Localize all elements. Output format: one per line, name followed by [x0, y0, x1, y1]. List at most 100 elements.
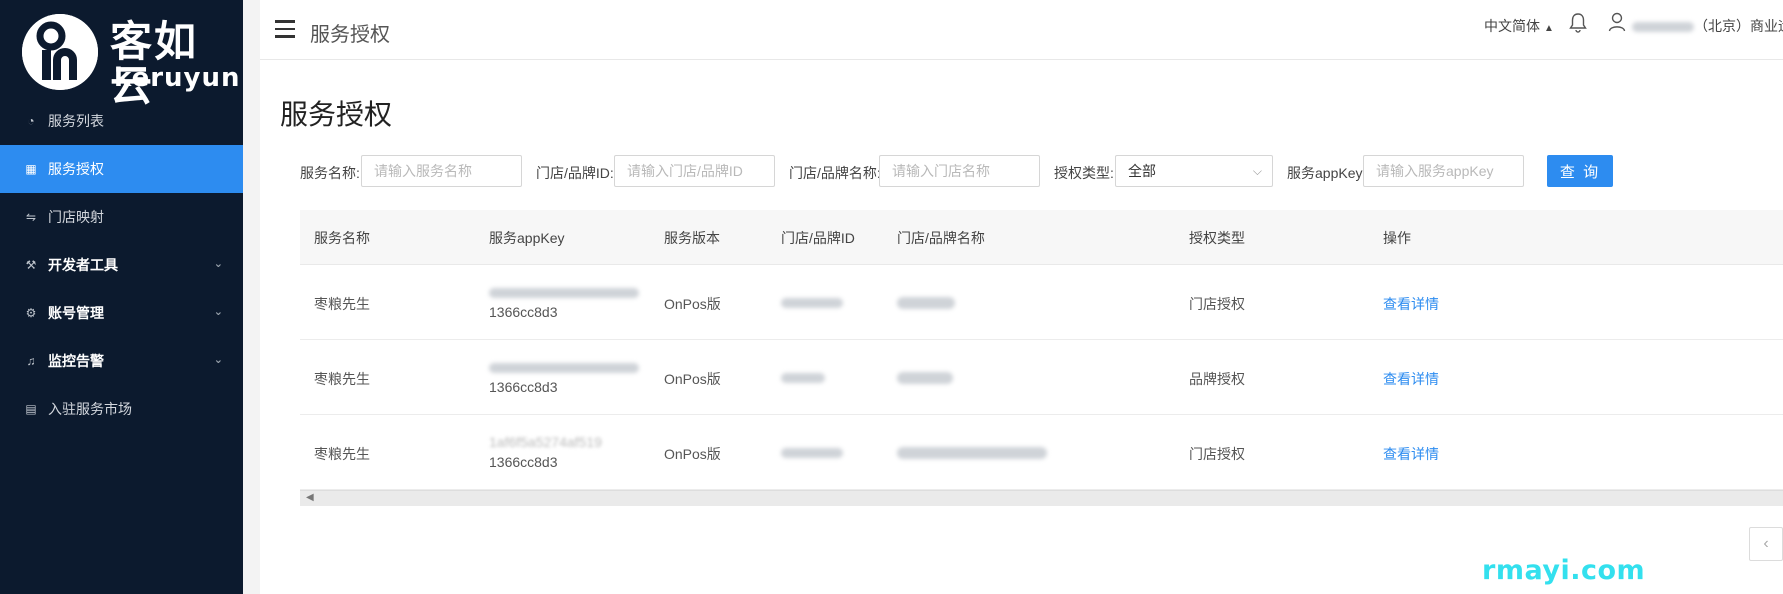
chevron-down-icon: ⌄: [213, 306, 223, 318]
appkey-line1: 1af6f5a5274af519: [489, 434, 602, 450]
sidebar-item-label: 门店映射: [48, 209, 104, 225]
menu-toggle-icon[interactable]: [275, 20, 295, 38]
version-cell: OnPos版: [664, 371, 721, 387]
auth-table: 服务名称 服务appKey 服务版本 门店/品牌ID 门店/品牌名称 授权类型 …: [300, 210, 1783, 506]
page-title: 服务授权: [280, 99, 393, 130]
service-name-cell: 枣粮先生: [314, 296, 370, 312]
sidebar-menu: ◔ 服务列表 ▦ 服务授权 ⇋ 门店映射 ⚒ 开发者工具 ⌄ ⚙ 账号管理 ⌄ ♫ 监控告警 ⌄ ▤ 入驻服务市…: [0, 97, 243, 433]
user-company-name[interactable]: （北京）商业运: [1632, 16, 1783, 36]
redacted-text: [489, 288, 639, 299]
view-details-link[interactable]: 查看详情: [1383, 444, 1439, 464]
appkey-line2: 1366cc8d3: [489, 454, 558, 470]
store-id-input[interactable]: [614, 155, 775, 187]
sidebar-item[interactable]: ⇋ 门店映射: [0, 193, 243, 241]
sidebar-item-label: 服务列表: [48, 113, 104, 129]
notification-bell-icon[interactable]: [1569, 12, 1587, 37]
redacted-text: [781, 448, 843, 459]
grid-icon: ▦: [25, 162, 37, 176]
table-row: 枣粮先生 1366cc8d3 OnPos版 门店授权 查看详情: [300, 265, 1783, 340]
version-cell: OnPos版: [664, 446, 721, 462]
language-selector[interactable]: 中文简体 ▲: [1484, 16, 1554, 36]
collapse-side-panel-button[interactable]: ‹: [1749, 527, 1783, 561]
table-body: 枣粮先生 1366cc8d3 OnPos版 门店授权 查看详情 枣粮先生 1366cc8d3…: [300, 265, 1783, 490]
appkey-line2: 1366cc8d3: [489, 304, 558, 320]
language-label: 中文简体: [1484, 18, 1540, 34]
version-cell: OnPos版: [664, 296, 721, 312]
appkey-cell: 1af6f5a5274af519 1366cc8d3: [489, 432, 602, 472]
sidebar-item-label: 服务授权: [48, 161, 104, 177]
brand-sub: keruyun: [114, 63, 241, 93]
auth-type-cell: 门店授权: [1189, 446, 1245, 462]
appkey-input[interactable]: [1363, 155, 1524, 187]
store-name-label: 门店/品牌名称:: [789, 165, 881, 181]
sidebar-item-label: 账号管理: [48, 305, 104, 321]
logo-mark-icon: [22, 14, 98, 90]
column-header: 门店/品牌ID: [781, 230, 855, 246]
gear-icon: ⚙: [25, 306, 37, 320]
store-id-cell: [781, 444, 843, 460]
auth-type-select[interactable]: 全部 ⌵: [1115, 155, 1273, 187]
column-header: 门店/品牌名称: [897, 230, 985, 246]
user-icon[interactable]: [1608, 12, 1626, 35]
sidebar-item[interactable]: ⚒ 开发者工具 ⌄: [0, 241, 243, 289]
sidebar-item[interactable]: ◔ 服务列表: [0, 97, 243, 145]
chevron-down-icon: ⌵: [1252, 164, 1262, 178]
wrench-icon: ⚒: [25, 258, 37, 272]
column-header: 服务名称: [314, 230, 370, 246]
auth-type-label: 授权类型:: [1054, 165, 1114, 181]
view-details-link[interactable]: 查看详情: [1383, 294, 1439, 314]
redacted-text: [781, 373, 825, 384]
keruyun-logo[interactable]: 客如云 keruyun: [22, 14, 240, 108]
store-id-cell: [781, 369, 825, 385]
sidebar-item[interactable]: ⚙ 账号管理 ⌄: [0, 289, 243, 337]
table-header: 服务名称 服务appKey 服务版本 门店/品牌ID 门店/品牌名称 授权类型 …: [300, 210, 1783, 265]
table-row: 枣粮先生 1af6f5a5274af519 1366cc8d3 OnPos版 门店授权 查…: [300, 415, 1783, 490]
redacted-text: [897, 297, 955, 310]
table-row: 枣粮先生 1366cc8d3 OnPos版 品牌授权 查看详情: [300, 340, 1783, 415]
auth-type-value: 全部: [1128, 163, 1156, 179]
dashboard-icon: ◔: [27, 114, 35, 128]
appkey-label: 服务appKey:: [1287, 165, 1367, 181]
appkey-cell: 1366cc8d3: [489, 282, 639, 322]
building-icon: ▤: [25, 402, 37, 416]
sidebar-item-label: 监控告警: [48, 353, 104, 369]
sidebar: 客如云 keruyun ◔ 服务列表 ▦ 服务授权 ⇋ 门店映射 ⚒ 开发者工具 ⌄ ⚙ 账号管理 ⌄…: [0, 0, 243, 594]
chevron-down-icon: ⌄: [213, 354, 223, 366]
query-button[interactable]: 查 询: [1547, 155, 1613, 187]
view-details-link[interactable]: 查看详情: [1383, 369, 1439, 389]
sidebar-item[interactable]: ▤ 入驻服务市场: [0, 385, 243, 433]
horizontal-scrollbar[interactable]: ◀: [300, 490, 1783, 506]
service-name-cell: 枣粮先生: [314, 446, 370, 462]
appkey-cell: 1366cc8d3: [489, 357, 639, 397]
sidebar-item[interactable]: ▦ 服务授权: [0, 145, 243, 193]
user-company-suffix: （北京）商业运: [1694, 18, 1783, 34]
redacted-text: [489, 363, 639, 374]
service-name-input[interactable]: [361, 155, 522, 187]
watermark: rmayi.com: [1482, 555, 1646, 586]
column-header: 操作: [1383, 230, 1411, 246]
header-title: 服务授权: [310, 24, 390, 46]
caret-up-icon: ▲: [1544, 23, 1554, 34]
store-id-cell: [781, 294, 843, 310]
scroll-left-icon[interactable]: ◀: [306, 492, 314, 503]
column-header: 服务appKey: [489, 230, 565, 246]
bell-icon: ♫: [26, 354, 36, 368]
sidebar-item-label: 开发者工具: [48, 257, 118, 273]
sidebar-item-label: 入驻服务市场: [48, 401, 132, 417]
sidebar-item[interactable]: ♫ 监控告警 ⌄: [0, 337, 243, 385]
store-name-cell: [897, 294, 955, 310]
auth-type-cell: 品牌授权: [1189, 371, 1245, 387]
appkey-line2: 1366cc8d3: [489, 379, 558, 395]
column-header: 服务版本: [664, 230, 720, 246]
main-content: 服务授权 服务名称: 门店/品牌ID: 门店/品牌名称: 授权类型: 全部 ⌵ …: [260, 60, 1783, 594]
auth-type-cell: 门店授权: [1189, 296, 1245, 312]
store-id-label: 门店/品牌ID:: [536, 165, 614, 181]
store-name-input[interactable]: [879, 155, 1040, 187]
redacted-text: [897, 447, 1047, 460]
store-name-cell: [897, 444, 1047, 460]
redacted-text: [1632, 22, 1694, 33]
service-name-label: 服务名称:: [300, 165, 360, 181]
column-header: 授权类型: [1189, 230, 1245, 246]
chevron-down-icon: ⌄: [213, 258, 223, 270]
service-name-cell: 枣粮先生: [314, 371, 370, 387]
